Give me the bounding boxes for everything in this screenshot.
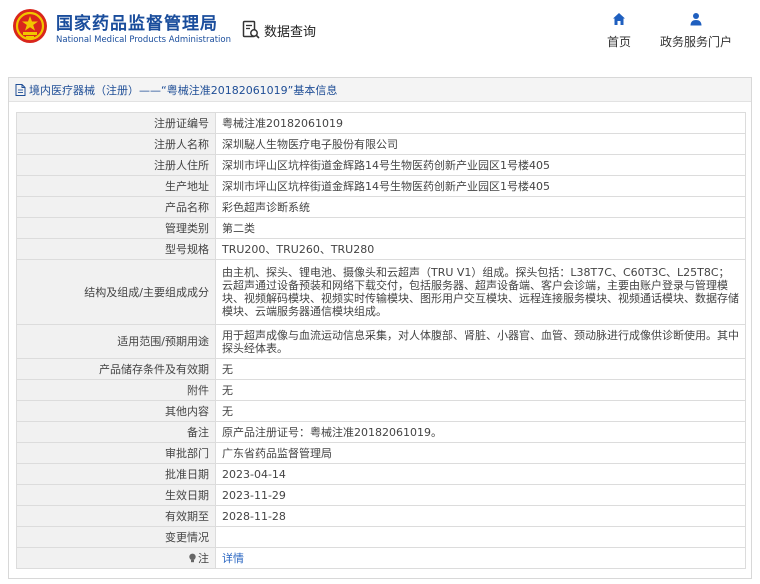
table-row: 产品名称 彩色超声诊断系统 [16, 196, 746, 218]
field-label: 型号规格 [16, 238, 216, 260]
field-value: 2023-04-14 [215, 463, 746, 485]
field-value: 深圳駜人生物医疗电子股份有限公司 [215, 133, 746, 155]
table-row: 附件无 [16, 379, 746, 401]
table-row: 型号规格 TRU200、TRU260、TRU280 [16, 238, 746, 260]
nav-service-portal[interactable]: 政务服务门户 [654, 12, 738, 50]
device-info-panel: 境内医疗器械（注册）——“粤械注准20182061019”基本信息 注册证编号粤… [8, 77, 752, 579]
table-row: 生效日期 2023-11-29 [16, 484, 746, 506]
table-row: 注册人住所 深圳市坪山区坑梓街道金辉路14号生物医药创新产业园区1号楼405 [16, 154, 746, 176]
field-label: 适用范围/预期用途 [16, 324, 216, 359]
table-row: 结构及组成/主要组成成分 由主机、探头、锂电池、摄像头和云超声（TRU V1）组成… [16, 259, 746, 325]
field-value: 原产品注册证号：粤械注准20182061019。 [215, 421, 746, 443]
field-value: 广东省药品监督管理局 [215, 442, 746, 464]
field-label: 其他内容 [16, 400, 216, 422]
note-label: 注 [198, 551, 209, 565]
field-value: 无 [215, 358, 746, 380]
table-row: 注 详情 [16, 547, 746, 569]
document-icon [15, 83, 26, 96]
table-row: 生产地址 深圳市坪山区坑梓街道金辉路14号生物医药创新产业园区1号楼405 [16, 175, 746, 197]
table-row: 批准日期 2023-04-14 [16, 463, 746, 485]
device-info-table: 注册证编号 粤械注准20182061019 注册人名称 深圳駜人生物医疗电子股份有限… [16, 112, 746, 569]
field-label: 注册证编号 [16, 112, 216, 134]
field-value: 深圳市坪山区坑梓街道金辉路14号生物医药创新产业园区1号楼405 [215, 175, 746, 197]
data-query-label: 数据查询 [264, 24, 317, 40]
field-label: 管理类别 [16, 217, 216, 239]
site-header: 国家药品监督管理局 National Medical Products Admi… [0, 0, 760, 62]
home-icon [613, 13, 625, 25]
table-row: 注册人名称 深圳駜人生物医疗电子股份有限公司 [16, 133, 746, 155]
table-row: 审批部门 广东省药品监督管理局 [16, 442, 746, 464]
site-title-english: National Medical Products Administration [56, 35, 231, 45]
field-value: 第二类 [215, 217, 746, 239]
field-value: 无 [215, 400, 746, 422]
field-label: 产品储存条件及有效期 [16, 358, 216, 380]
field-value: 2023-11-29 [215, 484, 746, 506]
field-value: 深圳市坪山区坑梓街道金辉路14号生物医药创新产业园区1号楼405 [215, 154, 746, 176]
table-row: 其他内容无 [16, 400, 746, 422]
document-search-icon [242, 20, 260, 39]
field-label: 审批部门 [16, 442, 216, 464]
table-row: 有效期至 2028-11-28 [16, 505, 746, 527]
field-label: 变更情况 [16, 526, 216, 548]
field-label: 附件 [16, 379, 216, 401]
table-row: 管理类别 第二类 [16, 217, 746, 239]
field-label: 注册人名称 [16, 133, 216, 155]
table-row: 产品储存条件及有效期无 [16, 358, 746, 380]
data-query-link[interactable]: 数据查询 [242, 19, 316, 41]
site-title: 国家药品监督管理局 [56, 14, 218, 34]
panel-title: 境内医疗器械（注册）——“粤械注准20182061019”基本信息 [29, 83, 338, 97]
panel-title-bar: 境内医疗器械（注册）——“粤械注准20182061019”基本信息 [9, 78, 751, 102]
field-label: 结构及组成/主要组成成分 [16, 259, 216, 325]
nav-home[interactable]: 首页 [599, 12, 639, 50]
field-value: 详情 [215, 547, 746, 569]
details-link[interactable]: 详情 [222, 552, 244, 565]
field-value: 无 [215, 379, 746, 401]
national-emblem-icon [13, 9, 47, 43]
field-value: 粤械注准20182061019 [215, 112, 746, 134]
table-row: 备注 原产品注册证号：粤械注准20182061019。 [16, 421, 746, 443]
table-row: 适用范围/预期用途 用于超声成像与血流运动信息采集，对人体腹部、肾脏、小器官、血管… [16, 324, 746, 359]
field-value: 2028-11-28 [215, 505, 746, 527]
field-value: 彩色超声诊断系统 [215, 196, 746, 218]
field-value: 用于超声成像与血流运动信息采集，对人体腹部、肾脏、小器官、血管、颈动脉进行成像供… [215, 324, 746, 359]
field-label: 注 [16, 547, 216, 569]
field-label: 生效日期 [16, 484, 216, 506]
field-label: 产品名称 [16, 196, 216, 218]
table-row: 变更情况 [16, 526, 746, 548]
field-value: 由主机、探头、锂电池、摄像头和云超声（TRU V1）组成。探头包括：L38T7C… [215, 259, 746, 325]
field-value [215, 526, 746, 548]
table-row: 注册证编号 粤械注准20182061019 [16, 112, 746, 134]
field-label: 有效期至 [16, 505, 216, 527]
field-label: 批准日期 [16, 463, 216, 485]
nav-service-portal-label: 政务服务门户 [659, 35, 732, 49]
field-value: TRU200、TRU260、TRU280 [215, 238, 746, 260]
field-label: 注册人住所 [16, 154, 216, 176]
lightbulb-icon [189, 553, 196, 562]
field-label: 生产地址 [16, 175, 216, 197]
user-icon [690, 13, 702, 26]
nav-home-label: 首页 [606, 35, 631, 49]
field-label: 备注 [16, 421, 216, 443]
